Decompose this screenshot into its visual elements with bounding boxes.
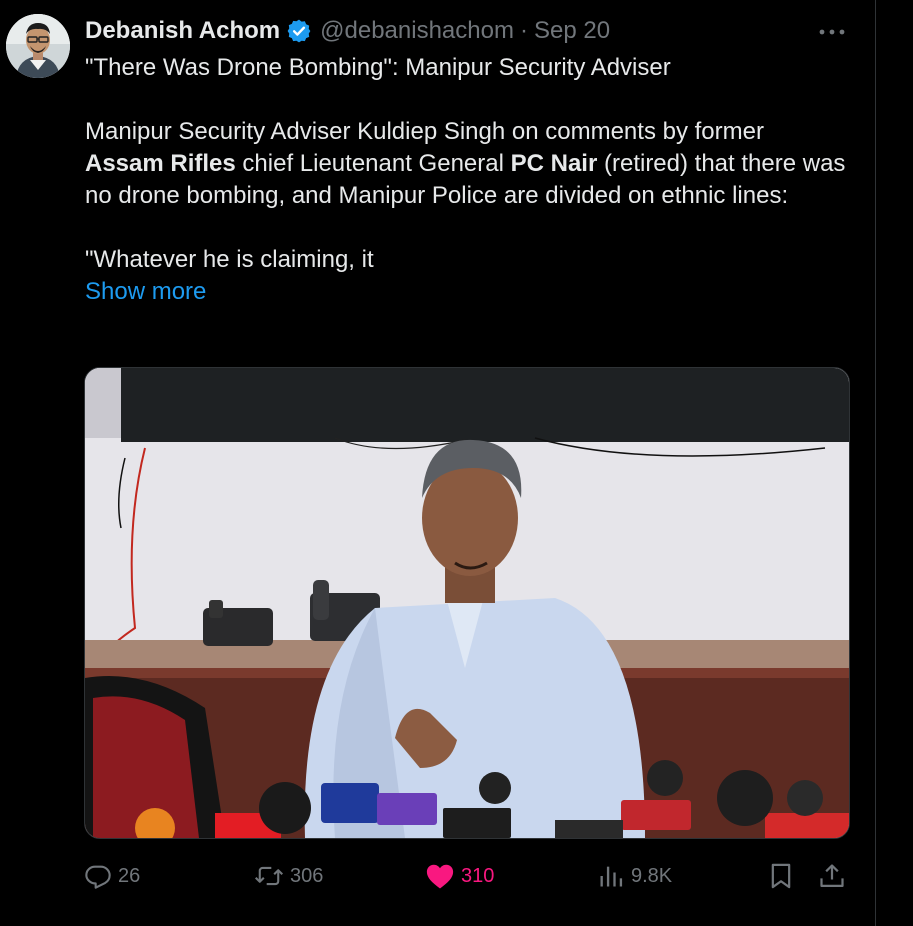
press-conference-photo — [85, 368, 849, 838]
tweet-actions-bar: 26 306 310 9.8K — [84, 858, 852, 894]
repost-button[interactable]: 306 — [254, 858, 323, 894]
tweet-paragraph-2: "Whatever he is claiming, it — [85, 246, 374, 273]
tweet-paragraph-1: Manipur Security Adviser Kuldiep Singh o… — [85, 116, 855, 212]
more-horizontal-icon — [819, 29, 845, 35]
reply-count: 26 — [118, 864, 141, 887]
repost-icon — [254, 866, 284, 886]
share-button[interactable] — [818, 858, 846, 894]
more-options-button[interactable] — [812, 18, 852, 46]
share-upload-icon — [820, 864, 844, 888]
reply-button[interactable]: 26 — [84, 858, 140, 894]
tweet-text: "There Was Drone Bombing": Manipur Secur… — [85, 52, 855, 308]
body-bold-assam-rifles: Assam Rifles — [85, 150, 236, 177]
show-more-link[interactable]: Show more — [85, 278, 206, 305]
verified-badge-icon[interactable] — [286, 18, 312, 44]
timeline-right-border — [875, 0, 876, 926]
avatar[interactable] — [6, 14, 70, 78]
body-text-segment: Manipur Security Adviser Kuldiep Singh o… — [85, 118, 764, 145]
body-bold-pc-nair: PC Nair — [510, 150, 598, 177]
reply-icon — [85, 865, 111, 889]
bookmark-icon — [771, 863, 791, 889]
tweet-date[interactable]: Sep 20 — [534, 17, 610, 45]
avatar-photo — [6, 14, 70, 78]
like-count: 310 — [461, 864, 495, 887]
separator-dot: · — [519, 17, 528, 44]
author-display-name[interactable]: Debanish Achom — [85, 17, 280, 45]
views-chart-icon — [600, 866, 623, 887]
tweet-media-image[interactable] — [84, 367, 850, 839]
repost-count: 306 — [290, 864, 324, 887]
tweet-title: "There Was Drone Bombing": Manipur Secur… — [85, 54, 671, 81]
body-text-segment: chief Lieutenant General — [235, 150, 511, 177]
views-button[interactable]: 9.8K — [597, 858, 672, 894]
views-count: 9.8K — [631, 864, 673, 887]
heart-filled-icon — [426, 864, 454, 889]
author-handle[interactable]: @debanishachom — [320, 17, 514, 45]
bookmark-button[interactable] — [768, 858, 794, 894]
like-button[interactable]: 310 — [425, 858, 494, 894]
tweet-header: Debanish Achom @debanishachom · Sep 20 — [85, 14, 610, 48]
